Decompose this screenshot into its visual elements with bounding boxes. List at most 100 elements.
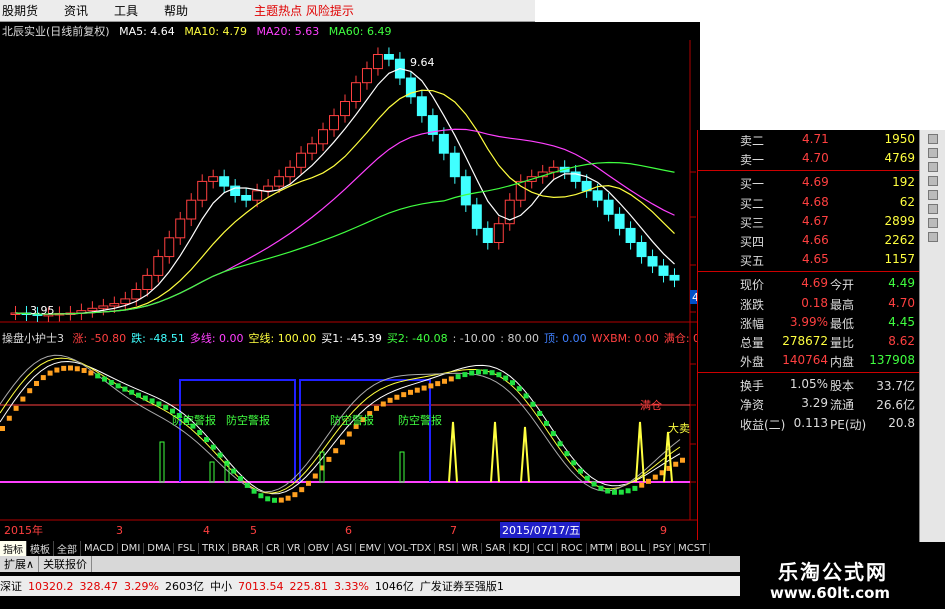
tab-dma[interactable]: DMA [144,542,175,554]
tab-sar[interactable]: SAR [482,542,510,554]
oscillator-marker [374,405,379,411]
menu-item-news[interactable]: 资讯 [64,2,88,19]
order-book-row[interactable]: 买四 4.66 2262 [698,231,919,250]
order-label: 买五 [740,254,765,269]
tab-roc[interactable]: ROC [558,542,587,554]
tab-macd[interactable]: MACD [81,542,118,554]
oscillator-marker [122,386,128,392]
stat-value: 4.45 [888,314,915,329]
watermark-url: www.60lt.com [770,584,891,602]
tab-emv[interactable]: EMV [356,542,385,554]
menu-item-futures[interactable]: 股期货 [2,2,38,19]
candle-body [219,176,230,187]
menu-alert[interactable]: 主题热点 风险提示 [254,2,354,19]
extension-tab[interactable]: 扩展∧ [0,556,40,572]
tab-boll[interactable]: BOLL [617,542,650,554]
tab-rsi[interactable]: RSI [435,542,459,554]
candle-body [482,227,493,243]
order-volume: 192 [892,175,915,190]
signal-bar [399,451,405,483]
toolbar-button[interactable] [927,134,938,144]
tab-wr[interactable]: WR [458,542,483,554]
candle-body [142,274,153,290]
oscillator-marker [401,392,407,398]
oscillator-marker [503,375,509,381]
stat-row: 外盘 140764 内盘 137908 [698,351,919,370]
oscillator-marker [530,401,536,407]
tab-mcst[interactable]: MCST [675,542,711,554]
order-book-row[interactable]: 卖一 4.70 4769 [698,149,919,168]
tab-模板[interactable]: 模板 [27,540,54,556]
candle-body [614,213,625,229]
stat-row: 换手 1.05% 股本 33.7亿 [698,375,919,394]
tab-指标[interactable]: 指标 [0,540,27,556]
menu-item-help[interactable]: 帮助 [164,2,188,19]
candle-body [449,152,460,178]
menu-item-tools[interactable]: 工具 [114,2,138,19]
tab-dmi[interactable]: DMI [118,542,145,554]
stat-value: 4.49 [888,276,915,291]
tab-cr[interactable]: CR [263,542,284,554]
x-axis-label: 4 [203,524,210,537]
stat-label: 现价 [740,278,765,293]
oscillator-marker [149,398,155,404]
oscillator-marker [584,475,590,481]
toolbar-button[interactable] [927,232,938,242]
status-item: 225.81 [289,579,328,593]
stat-value: 33.7亿 [876,379,915,394]
oscillator-marker [469,370,475,376]
tab-brar[interactable]: BRAR [229,542,263,554]
oscillator-marker [244,482,250,488]
divider [698,170,919,172]
oscillator-marker [204,437,209,443]
chart-area[interactable]: 7.006.005.004.004.089.643.95150.00100.00… [0,22,700,542]
tab-kdj[interactable]: KDJ [510,542,534,554]
tab-全部[interactable]: 全部 [54,540,81,556]
order-book-row[interactable]: 买五 4.65 1157 [698,250,919,269]
indicator-value: 买1: -45.39 [321,332,382,345]
candle-body [164,237,175,258]
toolbar-button[interactable] [927,204,938,214]
oscillator-marker [265,496,271,502]
order-book-row[interactable]: 买一 4.69 192 [698,173,919,192]
toolbar-button[interactable] [927,148,938,158]
oscillator-marker [102,376,107,382]
stat-row: 涨幅 3.99% 最低 4.45 [698,313,919,332]
status-item: 7013.54 [237,579,284,593]
candle-body [285,166,296,178]
tab-vr[interactable]: VR [284,542,305,554]
toolbar-button[interactable] [927,176,938,186]
oscillator-marker [571,460,577,466]
extension-tab[interactable]: 关联报价 [39,556,93,572]
oscillator-marker [578,468,583,474]
order-volume: 4769 [884,151,915,166]
candle-body [318,129,329,145]
toolbar-button[interactable] [927,218,938,228]
candle-body [438,133,449,154]
tab-fsl[interactable]: FSL [174,542,199,554]
tab-obv[interactable]: OBV [305,542,333,554]
tab-cci[interactable]: CCI [534,542,558,554]
status-item: 2603亿 [164,580,204,593]
stat-row: 现价 4.69 今开 4.49 [698,274,919,293]
order-book-row[interactable]: 买三 4.67 2899 [698,212,919,231]
tab-vol-tdx[interactable]: VOL-TDX [385,542,436,554]
order-book-row[interactable]: 买二 4.68 62 [698,193,919,212]
candle-body [471,204,482,229]
candle-body [296,152,307,168]
x-axis-label: 2015/07/17/五 [502,524,580,537]
tab-psy[interactable]: PSY [650,542,676,554]
tab-trix[interactable]: TRIX [199,542,229,554]
toolbar-button[interactable] [927,190,938,200]
oscillator-marker [380,401,386,407]
candle-body [603,199,614,215]
main-chart-title: 北辰实业(日线前复权) [2,25,110,38]
divider [698,271,919,273]
signal-label: 防空警报 [226,413,270,427]
oscillator-marker [74,366,80,372]
toolbar-button[interactable] [927,162,938,172]
order-book-row[interactable]: 卖二 4.71 1950 [698,130,919,149]
tab-mtm[interactable]: MTM [587,542,617,554]
tab-asi[interactable]: ASI [333,542,357,554]
oscillator-marker [20,396,26,402]
